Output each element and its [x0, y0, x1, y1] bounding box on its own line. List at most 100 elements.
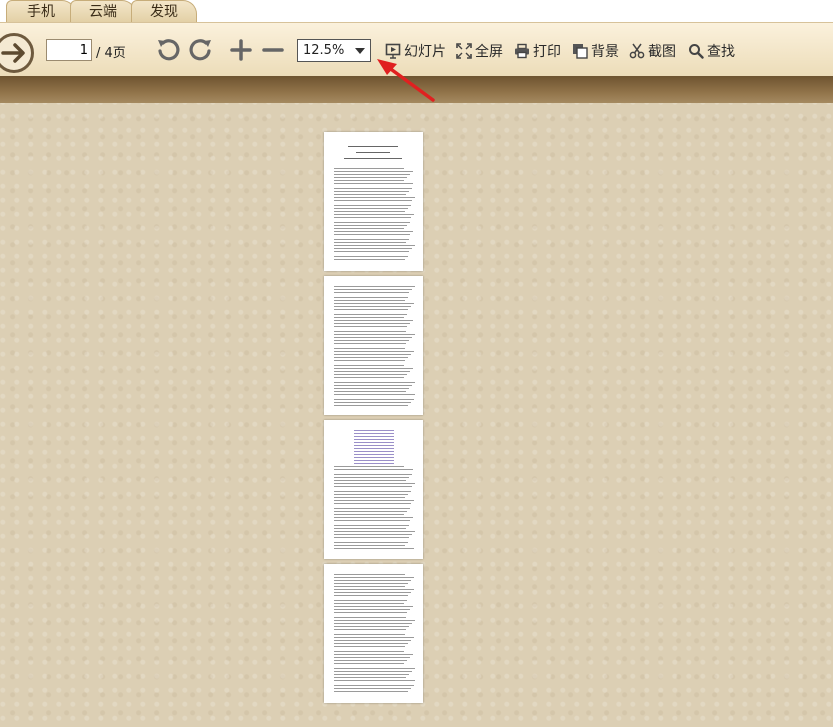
text-line [334, 500, 414, 501]
text-line [334, 668, 415, 669]
page-total: / 4页 [96, 46, 126, 61]
page-thumbnail[interactable] [324, 564, 423, 703]
text-line [334, 317, 404, 318]
text-line [334, 357, 408, 358]
text-line [334, 371, 410, 372]
text-line [334, 222, 410, 223]
text-line [334, 637, 414, 638]
text-line [334, 177, 407, 178]
text-line [334, 592, 411, 593]
text-line [334, 691, 408, 692]
rotate-right-icon [189, 39, 211, 61]
text-line [334, 334, 415, 335]
text-line [334, 323, 410, 324]
text-line [334, 200, 412, 201]
text-line [334, 402, 411, 403]
text-line [334, 286, 415, 287]
text-line [334, 491, 411, 492]
text-line [334, 211, 405, 212]
text-line [334, 671, 412, 672]
text-line [334, 231, 413, 232]
text-line [334, 480, 406, 481]
page-thumbnail[interactable] [324, 420, 423, 559]
text-line [334, 542, 408, 543]
tab-discover[interactable]: 发现 [131, 0, 197, 22]
text-line [334, 225, 407, 226]
text-line [334, 292, 409, 293]
text-line [334, 399, 414, 400]
text-line [334, 503, 411, 504]
text-line [334, 228, 404, 229]
text-line [334, 314, 407, 315]
text-line [354, 448, 394, 449]
text-line [334, 405, 408, 406]
text-line [334, 354, 411, 355]
text-line [334, 388, 409, 389]
text-line [334, 623, 412, 624]
zoom-out-button[interactable] [260, 37, 286, 63]
text-line [334, 360, 405, 361]
text-line [334, 517, 413, 518]
text-line [334, 589, 414, 590]
zoom-in-button[interactable] [228, 37, 254, 63]
text-line [334, 306, 411, 307]
text-line [334, 494, 408, 495]
tab-mobile[interactable]: 手机 [6, 0, 76, 22]
tab-label: 手机 [27, 4, 55, 20]
page-thumbnail[interactable] [324, 276, 423, 415]
text-line [334, 634, 405, 635]
text-line [334, 583, 408, 584]
minus-icon [262, 48, 284, 52]
text-line [334, 525, 409, 526]
page-number-input[interactable] [46, 39, 92, 61]
text-line [334, 469, 413, 470]
zoom-select[interactable]: 12.5% [297, 39, 371, 62]
search-icon [689, 44, 704, 59]
back-button[interactable] [0, 33, 34, 73]
text-line [354, 430, 394, 431]
scissors-icon [629, 43, 645, 59]
arrow-right-icon [1, 43, 25, 63]
text-line [354, 457, 394, 458]
print-button[interactable]: 打印 [514, 42, 561, 60]
screenshot-button[interactable]: 截图 [629, 42, 676, 60]
plus-icon [230, 39, 252, 61]
rotate-left-icon [158, 39, 180, 61]
text-line [334, 197, 415, 198]
text-line [334, 385, 412, 386]
text-line [354, 454, 394, 455]
text-line [334, 289, 412, 290]
rotate-left-button[interactable] [155, 37, 181, 63]
toolbar-shadow-band [0, 76, 833, 103]
text-line [334, 685, 414, 686]
text-line [334, 331, 406, 332]
text-line [334, 365, 404, 366]
text-line [334, 497, 405, 498]
text-line [334, 580, 411, 581]
text-line [334, 577, 414, 578]
background-button[interactable]: 背景 [572, 42, 619, 60]
text-line [334, 640, 411, 641]
tab-label: 云端 [89, 4, 117, 20]
text-line [354, 445, 394, 446]
text-line [334, 168, 404, 169]
text-line [334, 337, 412, 338]
text-line [334, 351, 414, 352]
text-line [334, 646, 405, 647]
fullscreen-button[interactable]: 全屏 [456, 42, 503, 60]
text-line [334, 600, 407, 601]
text-line [354, 463, 394, 464]
text-line [334, 511, 407, 512]
text-line [334, 603, 404, 604]
tab-cloud[interactable]: 云端 [70, 0, 136, 22]
slideshow-button[interactable]: 幻灯片 [385, 42, 446, 60]
text-line [334, 180, 404, 181]
find-button[interactable]: 查找 [688, 42, 735, 60]
text-line [334, 643, 408, 644]
text-line [334, 531, 415, 532]
text-line [334, 663, 404, 664]
chevron-down-icon [355, 48, 365, 54]
text-line [334, 534, 412, 535]
rotate-right-button[interactable] [188, 37, 214, 63]
page-thumbnail[interactable] [324, 132, 423, 271]
